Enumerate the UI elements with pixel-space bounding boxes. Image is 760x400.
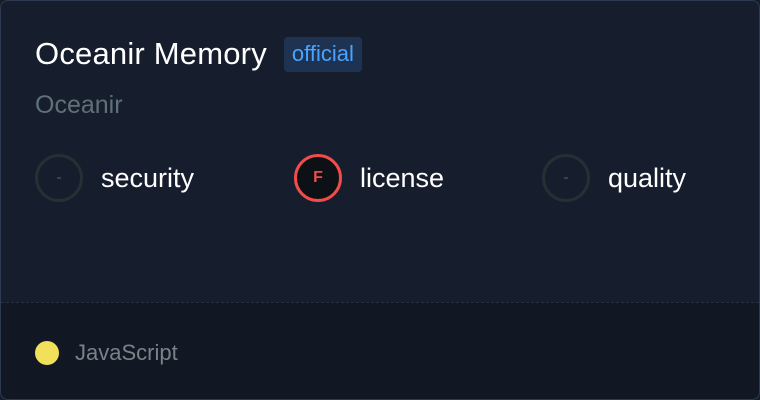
language-color-dot [35, 341, 59, 365]
card-title[interactable]: Oceanir Memory [35, 35, 267, 73]
title-row: Oceanir Memory official [35, 35, 362, 73]
server-card[interactable]: Oceanir Memory official Oceanir - securi… [0, 0, 760, 400]
owner-name[interactable]: Oceanir [35, 89, 123, 121]
security-label: security [101, 163, 195, 193]
license-grade-circle: F [294, 154, 342, 202]
card-footer: JavaScript [1, 302, 759, 399]
security-score[interactable]: - security [35, 154, 194, 202]
license-label: license [360, 163, 445, 193]
quality-grade-circle: - [542, 154, 590, 202]
language-indicator: JavaScript [35, 339, 178, 367]
language-name: JavaScript [75, 340, 178, 365]
license-score[interactable]: F license [294, 154, 444, 202]
quality-score[interactable]: - quality [542, 154, 686, 202]
quality-label: quality [608, 163, 687, 193]
official-badge: official [283, 36, 362, 72]
score-row: - security F license - quality [35, 154, 735, 204]
security-grade-circle: - [35, 154, 83, 202]
